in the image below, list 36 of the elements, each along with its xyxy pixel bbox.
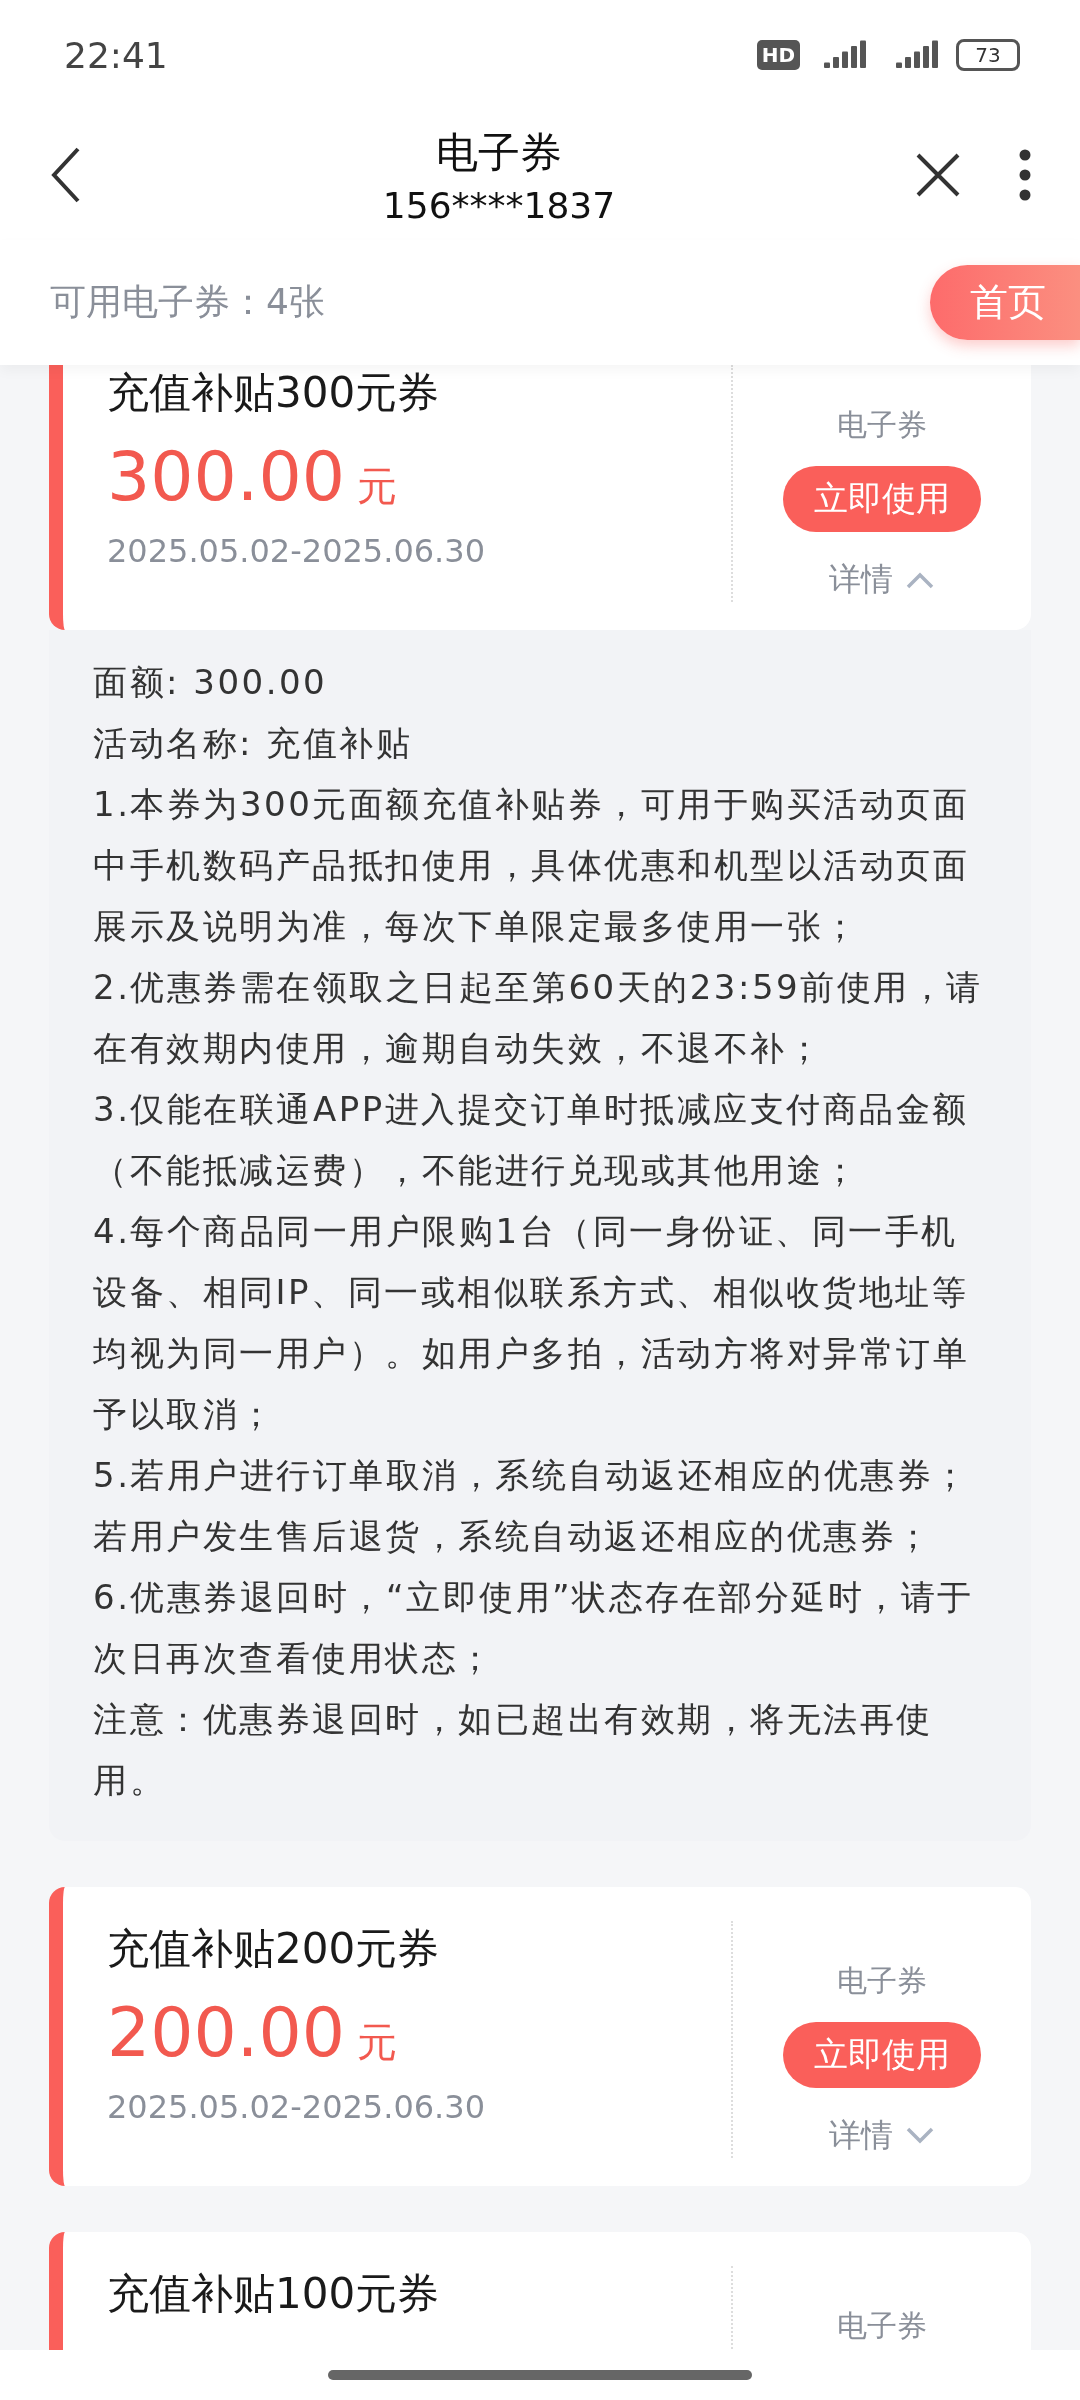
coupon-type: 电子券 — [837, 1962, 927, 2000]
detail-text: 活动名称: 充值补贴 — [93, 722, 414, 765]
more-icon — [1018, 149, 1032, 201]
detail-text: 面额: 300.00 — [93, 661, 329, 704]
detail-text: 2.优惠券需在领取之日起至第60天的23:59前使用，请在有效期内使用，逾期自动失效，不退不补； — [93, 966, 984, 1070]
detail-text: 1.本券为300元面额充值补贴券，可用于购买活动页面中手机数码产品抵扣使用，具体优惠和机型以活动页面展示及说明为准，每次下单限定最多使用一张； — [93, 783, 971, 948]
coupon-title: 充值补贴100元券 — [107, 2268, 441, 2320]
phone-number: 156****1837 — [382, 184, 616, 226]
home-button[interactable]: 首页 — [930, 265, 1080, 340]
page-title: 电子券 — [436, 126, 562, 179]
details-toggle[interactable]: 详情 — [829, 2114, 935, 2158]
coupon-title: 充值补贴300元券 — [107, 367, 441, 419]
use-button[interactable]: 立即使用 — [783, 466, 981, 532]
chevron-up-icon — [905, 570, 935, 590]
detail-text: 3.仅能在联通APP进入提交订单时抵减应支付商品金额（不能抵减运费），不能进行兑现或其他用途； — [93, 1088, 970, 1192]
coupon-amount: 300.00 — [107, 437, 345, 516]
detail-text: 注意：优惠券退回时，如已超出有效期，将无法再使用。 — [93, 1698, 934, 1802]
coupon-type: 电子券 — [837, 2307, 927, 2345]
validity-dates: 2025.05.02-2025.06.30 — [107, 532, 486, 570]
detail-text: 6.优惠券退回时，“立即使用”状态存在部分延时，请于次日再次查看使用状态； — [93, 1576, 975, 1680]
currency-unit: 元 — [356, 462, 397, 511]
coupon-title: 充值补贴200元券 — [107, 1923, 441, 1975]
details-toggle[interactable]: 详情 — [829, 558, 935, 602]
coupon-amount: 200.00 — [107, 1993, 345, 2072]
hd-badge: HD — [756, 40, 800, 70]
close-icon — [914, 151, 962, 199]
battery-icon: 73 — [956, 39, 1020, 71]
coupon-type: 电子券 — [837, 406, 927, 444]
currency-unit: 元 — [356, 2018, 397, 2067]
available-count: 可用电子券：4张 — [50, 280, 325, 324]
detail-text: 4.每个商品同一用户限购1台（同一身份证、同一手机设备、相同IP、同一或相似联系方式、相似收货地址等均视为同一用户）。如用户多拍，活动方将对异常订单予以取消； — [93, 1210, 970, 1436]
detail-text: 5.若用户进行订单取消，系统自动返还相应的优惠券；若用户发生售后退货，系统自动返还相应的优惠券； — [93, 1454, 971, 1558]
status-time: 22:41 — [64, 34, 168, 76]
validity-dates: 2025.05.02-2025.06.30 — [107, 2088, 486, 2126]
chevron-down-icon — [905, 2126, 935, 2146]
use-button[interactable]: 立即使用 — [783, 2022, 981, 2088]
